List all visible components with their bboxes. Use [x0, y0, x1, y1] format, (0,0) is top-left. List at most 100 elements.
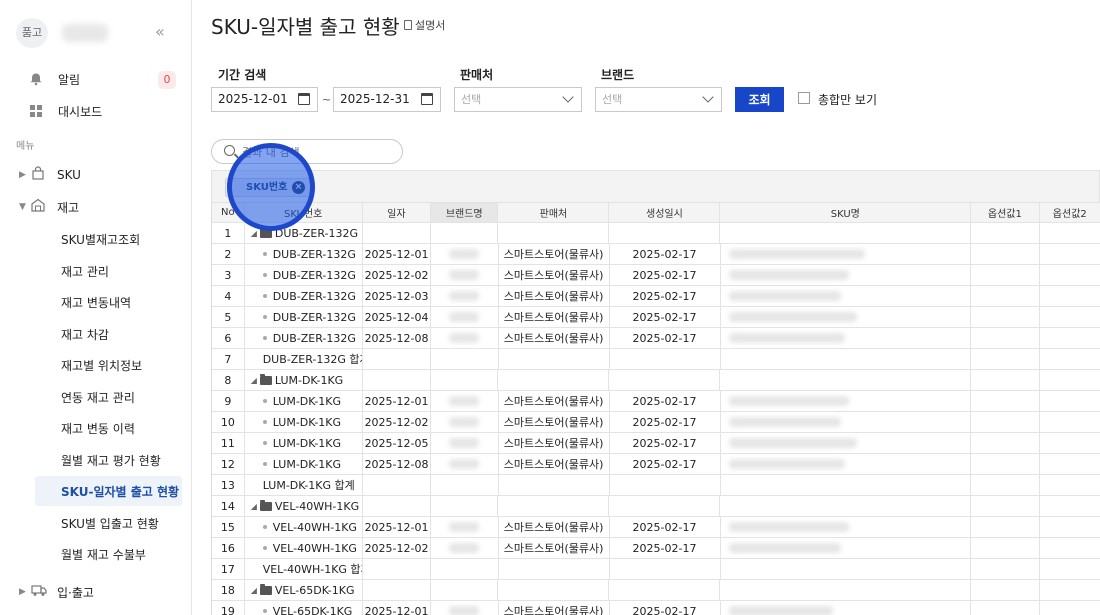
row-number: 11 [212, 433, 245, 453]
expand-toggle-icon[interactable]: ◢ [251, 229, 257, 238]
date-to-value: 2025-12-31 [340, 92, 410, 106]
table-header-row: No SKU번호 일자 브랜드명 판매처 생성일시 SKU명 옵션값1 옵션값2 [212, 203, 1100, 223]
shop-select[interactable]: 선택 [454, 87, 582, 112]
sidebar-item-sku-inout[interactable]: SKU별 입출고 현황 [35, 508, 182, 538]
column-header-date[interactable]: 일자 [363, 203, 432, 222]
sku-cell: DUB-ZER-132G [245, 307, 363, 327]
table-row[interactable]: 19 VEL-65DK-1KG 2025-12-01 스마트스토어(물류사) 2025-… [212, 601, 1100, 615]
sidebar-item-stock-manage[interactable]: 재고 관리 [35, 256, 182, 286]
table-row[interactable]: 3 DUB-ZER-132G 2025-12-02 스마트스토어(물류사) 2025-0… [212, 265, 1100, 286]
created-cell [609, 580, 721, 600]
sidebar-item-alerts[interactable]: 알림 0 [0, 65, 192, 93]
redacted-text [728, 417, 841, 427]
column-header-no[interactable]: No [212, 203, 245, 222]
sidebar-item-stock-history[interactable]: 재고 변동 이력 [35, 413, 182, 443]
table-row[interactable]: 9 LUM-DK-1KG 2025-12-01 스마트스토어(물류사) 2025-02-… [212, 391, 1100, 412]
option2-cell [1040, 349, 1100, 369]
table-row[interactable]: 16 VEL-40WH-1KG 2025-12-02 스마트스토어(물류사) 2025-… [212, 538, 1100, 559]
document-icon [404, 20, 412, 30]
sidebar-item-stock-location[interactable]: 재고별 위치정보 [35, 350, 182, 380]
sidebar-item-label: 대시보드 [58, 104, 103, 119]
sidebar-item-monthly-valuation[interactable]: 월별 재고 평가 현황 [35, 445, 182, 475]
sidebar-group-sku[interactable]: ▶ SKU [0, 161, 192, 189]
shop-cell [498, 580, 610, 600]
sidebar-item-sku-daily-outbound[interactable]: SKU-일자별 출고 현황 [35, 476, 182, 506]
truck-icon [31, 583, 47, 601]
sku-name-cell [721, 265, 972, 285]
table-total-row[interactable]: 17 VEL-40WH-1KG 합계 [212, 559, 1100, 580]
calendar-icon[interactable] [421, 93, 433, 105]
sku-cell: DUB-ZER-132G [245, 265, 363, 285]
search-button[interactable]: 조회 [735, 87, 784, 112]
expand-toggle-icon[interactable]: ◢ [251, 586, 257, 595]
column-header-created[interactable]: 생성일시 [609, 203, 721, 222]
sidebar-item-linked-stock[interactable]: 연동 재고 관리 [35, 382, 182, 412]
bag-icon [31, 166, 45, 184]
collapse-sidebar-icon[interactable]: « [155, 22, 165, 41]
shop-cell: 스마트스토어(물류사) [499, 244, 610, 264]
table-row[interactable]: 12 LUM-DK-1KG 2025-12-08 스마트스토어(물류사) 2025-02… [212, 454, 1100, 475]
table-row[interactable]: 10 LUM-DK-1KG 2025-12-02 스마트스토어(물류사) 2025-02… [212, 412, 1100, 433]
sidebar-item-dashboard[interactable]: 대시보드 [0, 97, 192, 125]
date-cell [363, 580, 432, 600]
brand-cell [431, 454, 499, 474]
column-header-brand[interactable]: 브랜드명 [431, 203, 499, 222]
option1-cell [971, 433, 1040, 453]
sku-cell: DUB-ZER-132G [245, 328, 363, 348]
avatar[interactable]: 품고 [16, 18, 48, 48]
table-row[interactable]: 15 VEL-40WH-1KG 2025-12-01 스마트스토어(물류사) 2025-… [212, 517, 1100, 538]
redacted-text [449, 249, 480, 259]
expand-toggle-icon[interactable]: ◢ [251, 502, 257, 511]
date-cell [363, 559, 432, 579]
table-total-row[interactable]: 13 LUM-DK-1KG 합계 [212, 475, 1100, 496]
group-chip-sku[interactable]: SKU번호 × [225, 178, 313, 197]
calendar-icon[interactable] [298, 93, 310, 105]
result-search[interactable] [211, 139, 403, 164]
option1-cell [971, 454, 1040, 474]
table-group-row[interactable]: 8 ◢ LUM-DK-1KG [212, 370, 1100, 391]
redacted-text [449, 438, 480, 448]
date-from-input[interactable]: 2025-12-01 [211, 87, 318, 112]
table-group-row[interactable]: 18 ◢ VEL-65DK-1KG [212, 580, 1100, 601]
table-total-row[interactable]: 7 DUB-ZER-132G 합계 [212, 349, 1100, 370]
option1-cell [971, 223, 1040, 243]
date-to-input[interactable]: 2025-12-31 [333, 87, 441, 112]
sku-name-cell [721, 538, 972, 558]
bullet-icon [262, 336, 267, 340]
sidebar-item-stock-changes[interactable]: 재고 변동내역 [35, 287, 182, 317]
table-group-row[interactable]: 1 ◢ DUB-ZER-132G [212, 223, 1100, 244]
created-cell: 2025-02-17 [610, 538, 721, 558]
manual-link[interactable]: 설명서 [404, 17, 445, 33]
result-search-input[interactable] [242, 143, 392, 161]
table-row[interactable]: 4 DUB-ZER-132G 2025-12-03 스마트스토어(물류사) 2025-0… [212, 286, 1100, 307]
table-group-row[interactable]: 14 ◢ VEL-40WH-1KG [212, 496, 1100, 517]
sidebar-group-inout[interactable]: ▶ 입·출고 [0, 578, 192, 606]
table-row[interactable]: 11 LUM-DK-1KG 2025-12-05 스마트스토어(물류사) 2025-02… [212, 433, 1100, 454]
column-header-sku-name[interactable]: SKU명 [720, 203, 972, 222]
sidebar-item-monthly-ledger[interactable]: 월별 재고 수불부 [35, 539, 182, 569]
sku-cell: LUM-DK-1KG [245, 454, 363, 474]
sku-name-cell [721, 601, 972, 615]
created-cell: 2025-02-17 [610, 433, 721, 453]
created-cell: 2025-02-17 [610, 391, 721, 411]
table-row[interactable]: 6 DUB-ZER-132G 2025-12-08 스마트스토어(물류사) 2025-0… [212, 328, 1100, 349]
close-icon[interactable]: × [292, 181, 305, 194]
shop-cell [499, 559, 610, 579]
sidebar-item-stock-deduct[interactable]: 재고 차감 [35, 319, 182, 349]
folder-icon [259, 499, 272, 511]
table-row[interactable]: 5 DUB-ZER-132G 2025-12-04 스마트스토어(물류사) 2025-0… [212, 307, 1100, 328]
column-header-option2[interactable]: 옵션값2 [1040, 203, 1100, 222]
sku-cell: ◢ VEL-65DK-1KG [245, 580, 363, 600]
column-header-sku[interactable]: SKU번호 [245, 203, 363, 222]
shop-cell [499, 349, 610, 369]
row-number: 17 [212, 559, 245, 579]
column-header-option1[interactable]: 옵션값1 [971, 203, 1040, 222]
table-row[interactable]: 2 DUB-ZER-132G 2025-12-01 스마트스토어(물류사) 2025-0… [212, 244, 1100, 265]
brand-select[interactable]: 선택 [595, 87, 722, 112]
sidebar-group-inventory[interactable]: ▼ 재고 [0, 193, 192, 221]
expand-toggle-icon[interactable]: ◢ [251, 376, 257, 385]
brand-cell [431, 517, 499, 537]
sidebar-item-sku-stock[interactable]: SKU별재고조회 [35, 224, 182, 254]
column-header-shop[interactable]: 판매처 [498, 203, 610, 222]
summary-only-checkbox[interactable] [798, 92, 810, 104]
